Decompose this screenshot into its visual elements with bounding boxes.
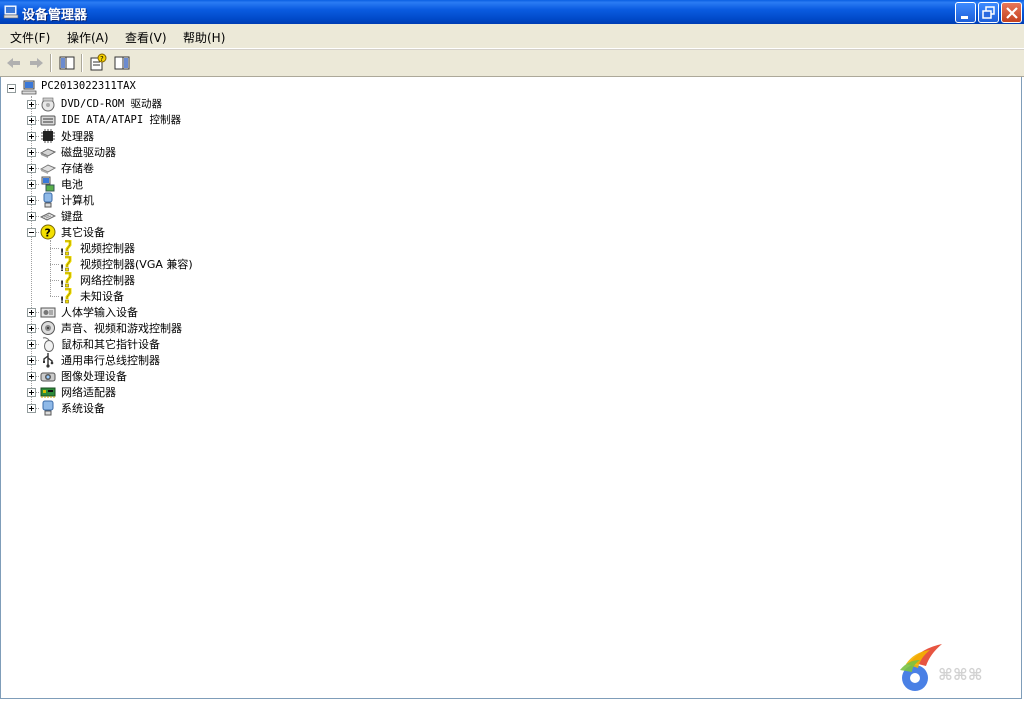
collapse-toggle[interactable] — [7, 84, 16, 93]
tree-category-label[interactable]: 存储卷 — [61, 160, 94, 176]
menu-bar: 文件(F) 操作(A) 查看(V) 帮助(H) — [0, 24, 1024, 49]
expand-toggle[interactable] — [27, 180, 36, 189]
svg-text:?: ? — [45, 227, 51, 240]
site-watermark-logo: ⌘⌘⌘ — [900, 644, 1015, 691]
expand-toggle[interactable] — [27, 372, 36, 381]
tree-category-label[interactable]: IDE ATA/ATAPI 控制器 — [61, 112, 181, 127]
svg-text:!: ! — [60, 296, 64, 304]
network-adapter-icon — [40, 387, 56, 398]
processor-icon — [41, 129, 55, 143]
tree-device-label[interactable]: 视频控制器 — [80, 240, 135, 256]
battery-icon — [41, 176, 55, 192]
tree-category-label[interactable]: 其它设备 — [61, 224, 105, 240]
window-title: 设备管理器 — [22, 8, 88, 23]
tree-category-label[interactable]: 声音、视频和游戏控制器 — [61, 320, 182, 336]
unknown-device-warning-icon: ! — [60, 240, 72, 256]
tree-category-label[interactable]: 电池 — [61, 176, 83, 192]
expand-toggle[interactable] — [27, 164, 36, 173]
restore-button[interactable] — [978, 2, 999, 23]
expand-toggle[interactable] — [27, 148, 36, 157]
title-bar: 设备管理器 — [0, 0, 1024, 24]
hid-icon — [40, 307, 56, 318]
system-device-icon — [42, 400, 54, 416]
menu-view[interactable]: 查看(V) — [125, 29, 167, 46]
tree-device-label[interactable]: 视频控制器(VGA 兼容) — [80, 256, 193, 272]
tree-connector — [50, 248, 59, 249]
toolbar-separator — [81, 54, 83, 72]
toolbar-separator — [50, 54, 52, 72]
disk-drive-icon — [40, 148, 56, 158]
device-tree: PC2013022311TAX DVD/CD-ROM 驱动器 IDE ATA/AT… — [0, 77, 1022, 699]
tree-category-label[interactable]: 计算机 — [61, 192, 94, 208]
unknown-device-icon: ? — [40, 224, 56, 240]
tree-device-label[interactable]: 网络控制器 — [80, 272, 135, 288]
close-icon — [1006, 7, 1018, 19]
storage-volume-icon — [40, 164, 56, 174]
keyboard-icon — [40, 212, 56, 221]
unknown-device-warning-icon: ! — [60, 256, 72, 272]
expand-toggle[interactable] — [27, 212, 36, 221]
tree-category-label[interactable]: 键盘 — [61, 208, 83, 224]
expand-toggle[interactable] — [27, 340, 36, 349]
tree-category-label[interactable]: 通用串行总线控制器 — [61, 352, 160, 368]
show-hide-action-pane-icon[interactable] — [112, 53, 132, 73]
unknown-device-warning-icon: ! — [60, 272, 72, 288]
computer-icon — [43, 192, 53, 208]
tree-connector — [50, 264, 59, 265]
minimize-icon — [961, 16, 968, 19]
restore-icon — [982, 6, 995, 19]
expand-toggle[interactable] — [27, 324, 36, 333]
menu-action[interactable]: 操作(A) — [67, 29, 109, 46]
tree-category-label[interactable]: 图像处理设备 — [61, 368, 127, 384]
mouse-icon — [42, 337, 54, 352]
properties-help-icon[interactable]: ? — [88, 53, 108, 73]
expand-toggle[interactable] — [27, 132, 36, 141]
tree-root-label[interactable]: PC2013022311TAX — [41, 80, 136, 92]
expand-toggle[interactable] — [27, 116, 36, 125]
minimize-button[interactable] — [955, 2, 976, 23]
toolbar: ? — [0, 49, 1024, 77]
tree-category-label[interactable]: 处理器 — [61, 128, 94, 144]
close-button[interactable] — [1001, 2, 1022, 23]
menu-help[interactable]: 帮助(H) — [183, 29, 225, 46]
show-hide-console-tree-icon[interactable] — [57, 53, 77, 73]
tree-category-label[interactable]: 网络适配器 — [61, 384, 116, 400]
forward-arrow-icon[interactable] — [26, 53, 46, 73]
back-arrow-icon[interactable] — [4, 53, 24, 73]
tree-connector — [50, 280, 59, 281]
unknown-device-warning-icon: ! — [60, 288, 72, 304]
ide-controller-icon — [40, 115, 56, 126]
sound-icon — [41, 321, 55, 335]
expand-toggle[interactable] — [27, 100, 36, 109]
tree-category-label[interactable]: DVD/CD-ROM 驱动器 — [61, 96, 162, 111]
watermark-mark: ⌘⌘⌘ — [938, 665, 983, 684]
expand-toggle[interactable] — [27, 196, 36, 205]
device-manager-app-icon — [3, 5, 19, 19]
svg-text:!: ! — [60, 248, 64, 256]
svg-text:!: ! — [60, 280, 64, 288]
svg-text:?: ? — [100, 55, 104, 63]
computer-root-icon — [21, 80, 37, 95]
tree-connector — [50, 296, 59, 297]
tree-category-label[interactable]: 磁盘驱动器 — [61, 144, 116, 160]
tree-category-label[interactable]: 人体学输入设备 — [61, 304, 138, 320]
menu-file[interactable]: 文件(F) — [10, 29, 50, 46]
svg-text:!: ! — [60, 264, 64, 272]
usb-icon — [43, 353, 54, 368]
cdrom-icon — [41, 97, 55, 112]
expand-toggle[interactable] — [27, 404, 36, 413]
imaging-device-icon — [40, 372, 56, 382]
tree-device-label[interactable]: 未知设备 — [80, 288, 124, 304]
tree-category-label[interactable]: 系统设备 — [61, 400, 105, 416]
expand-toggle[interactable] — [27, 308, 36, 317]
collapse-toggle[interactable] — [27, 228, 36, 237]
expand-toggle[interactable] — [27, 356, 36, 365]
expand-toggle[interactable] — [27, 388, 36, 397]
tree-category-label[interactable]: 鼠标和其它指针设备 — [61, 336, 160, 352]
